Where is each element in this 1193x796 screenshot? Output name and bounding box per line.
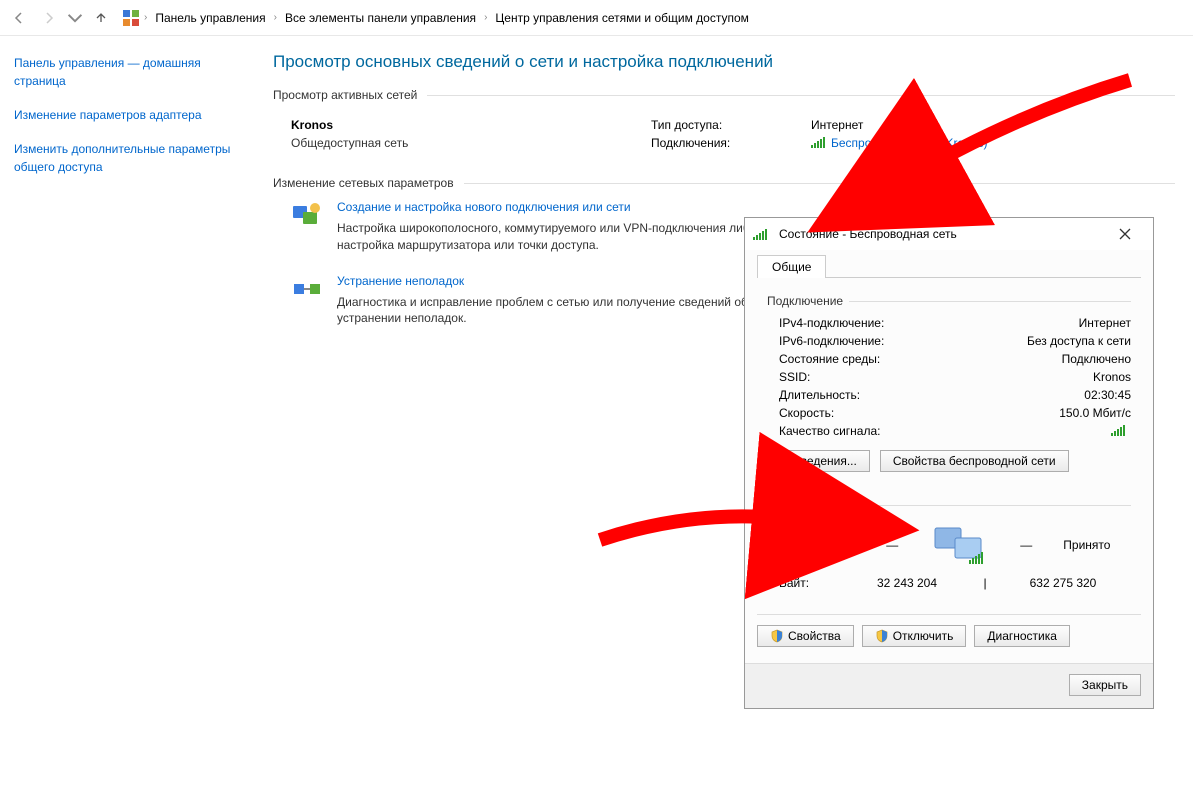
breadcrumb-part[interactable]: Центр управления сетями и общим доступом <box>491 9 753 27</box>
connection-link[interactable]: Беспроводная сеть (Kronos) <box>831 136 988 150</box>
sidebar-link-adapter[interactable]: Изменение параметров адаптера <box>14 106 241 124</box>
up-button[interactable] <box>88 5 114 31</box>
media-value: Подключено <box>1062 352 1131 366</box>
received-label: Принято <box>1063 538 1110 552</box>
speed-value: 150.0 Мбит/с <box>1059 406 1131 420</box>
close-dialog-button[interactable]: Закрыть <box>1069 674 1141 696</box>
network-name: Kronos <box>291 118 621 132</box>
dialog-titlebar[interactable]: Состояние - Беспроводная сеть <box>745 218 1153 250</box>
chevron-right-icon: › <box>144 12 147 23</box>
troubleshoot-link[interactable]: Устранение неполадок <box>337 274 767 288</box>
chevron-right-icon: › <box>274 12 277 23</box>
media-label: Состояние среды: <box>779 352 880 366</box>
new-connection-link[interactable]: Создание и настройка нового подключения … <box>337 200 767 214</box>
bytes-recv-value: 632 275 320 <box>995 576 1131 590</box>
control-panel-icon <box>122 9 140 27</box>
speed-label: Скорость: <box>779 406 834 420</box>
activity-group: Активность Отправлено — — Принято Байт: … <box>757 494 1141 604</box>
ipv6-label: IPv6-подключение: <box>779 334 884 348</box>
shield-icon <box>770 629 784 643</box>
wireless-properties-button[interactable]: Свойства беспроводной сети <box>880 450 1069 472</box>
activity-icon <box>929 524 989 566</box>
wifi-signal-icon <box>811 136 827 148</box>
wifi-signal-icon <box>753 228 769 240</box>
section-change-settings: Изменение сетевых параметров <box>273 176 1175 190</box>
breadcrumb-part[interactable]: Панель управления <box>151 9 269 27</box>
chevron-right-icon: › <box>484 12 487 23</box>
sent-label: Отправлено <box>788 538 856 552</box>
breadcrumb-part[interactable]: Все элементы панели управления <box>281 9 480 27</box>
diagnose-button[interactable]: Диагностика <box>974 625 1070 647</box>
connections-label: Подключения: <box>651 136 811 150</box>
ipv4-label: IPv4-подключение: <box>779 316 884 330</box>
ipv4-value: Интернет <box>1079 316 1131 330</box>
access-type-label: Тип доступа: <box>651 118 811 132</box>
bytes-label: Байт: <box>779 576 839 590</box>
connection-group: Подключение IPv4-подключение:Интернет IP… <box>757 290 1141 482</box>
sidebar: Панель управления — домашняя страница Из… <box>0 36 255 796</box>
forward-button[interactable] <box>36 5 62 31</box>
tab-general[interactable]: Общие <box>757 255 826 278</box>
ipv6-value: Без доступа к сети <box>1027 334 1131 348</box>
page-title: Просмотр основных сведений о сети и наст… <box>273 52 1175 72</box>
duration-value: 02:30:45 <box>1084 388 1131 402</box>
address-toolbar: › Панель управления › Все элементы панел… <box>0 0 1193 36</box>
shield-icon <box>875 629 889 643</box>
wifi-signal-icon <box>1111 424 1127 436</box>
section-active-networks: Просмотр активных сетей <box>273 88 1175 102</box>
troubleshoot-icon <box>291 274 323 306</box>
bytes-sent-value: 32 243 204 <box>839 576 975 590</box>
sidebar-link-sharing[interactable]: Изменить дополнительные параметры общего… <box>14 140 241 176</box>
dialog-title: Состояние - Беспроводная сеть <box>779 227 1105 241</box>
wifi-status-dialog: Состояние - Беспроводная сеть Общие Подк… <box>744 217 1154 709</box>
signal-label: Качество сигнала: <box>779 424 880 438</box>
ssid-value: Kronos <box>1093 370 1131 384</box>
new-connection-desc: Настройка широкополосного, коммутируемог… <box>337 220 767 254</box>
signal-value <box>1111 424 1131 438</box>
sidebar-link-home[interactable]: Панель управления — домашняя страница <box>14 54 241 90</box>
ssid-label: SSID: <box>779 370 810 384</box>
disconnect-button[interactable]: Отключить <box>862 625 967 647</box>
new-connection-icon <box>291 200 323 232</box>
duration-label: Длительность: <box>779 388 860 402</box>
properties-button[interactable]: Свойства <box>757 625 854 647</box>
network-type: Общедоступная сеть <box>291 136 621 150</box>
recent-dropdown[interactable] <box>66 5 84 31</box>
troubleshoot-desc: Диагностика и исправление проблем с сеть… <box>337 294 767 328</box>
access-type-value: Интернет <box>811 118 863 132</box>
back-button[interactable] <box>6 5 32 31</box>
details-button[interactable]: Сведения... <box>779 450 870 472</box>
close-button[interactable] <box>1105 220 1145 248</box>
address-bar[interactable]: › Панель управления › Все элементы панел… <box>118 5 1187 31</box>
tab-strip: Общие <box>757 254 1141 278</box>
